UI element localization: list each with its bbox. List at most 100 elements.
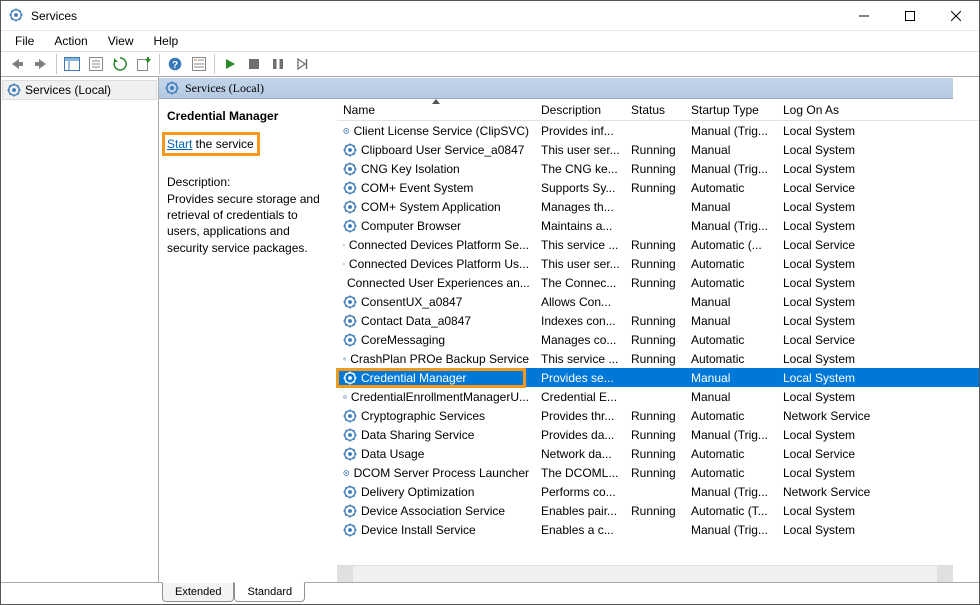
properties-button[interactable] bbox=[85, 53, 107, 75]
forward-arrow-icon bbox=[34, 58, 48, 70]
cell-startup: Automatic bbox=[685, 333, 777, 347]
cell-startup: Manual (Trig... bbox=[685, 219, 777, 233]
service-row[interactable]: Connected User Experiences an... The Conn… bbox=[337, 273, 979, 292]
service-row[interactable]: Delivery OptimizationPerforms co...Manua… bbox=[337, 482, 979, 501]
service-row[interactable]: CredentialEnrollmentManagerU...Credentia… bbox=[337, 387, 979, 406]
cell-logon: Local System bbox=[777, 466, 907, 480]
pause-icon bbox=[273, 59, 283, 69]
column-description[interactable]: Description bbox=[535, 99, 625, 120]
service-row[interactable]: COM+ Event SystemSupports Sy...RunningAu… bbox=[337, 178, 979, 197]
cell-logon: Local System bbox=[777, 390, 907, 404]
start-service-link[interactable]: Start bbox=[167, 137, 192, 151]
gear-icon bbox=[343, 124, 350, 138]
service-row[interactable]: Device Association Service Enables pair..… bbox=[337, 501, 979, 520]
service-rows[interactable]: Client License Service (ClipSVC)Provides… bbox=[337, 121, 979, 565]
service-row[interactable]: ConsentUX_a0847Allows Con...ManualLocal … bbox=[337, 292, 979, 311]
service-row[interactable]: CrashPlan PROe Backup ServiceThis servic… bbox=[337, 349, 979, 368]
service-row[interactable]: Cryptographic ServicesProvides thr...Run… bbox=[337, 406, 979, 425]
service-row[interactable]: Contact Data_a0847Indexes con...RunningM… bbox=[337, 311, 979, 330]
gear-icon bbox=[343, 352, 346, 366]
cell-description: Enables pair... bbox=[535, 504, 625, 518]
cell-name: Connected Devices Platform Se... bbox=[349, 238, 529, 252]
tab-standard[interactable]: Standard bbox=[234, 582, 305, 602]
minimize-icon bbox=[859, 11, 869, 21]
service-row[interactable]: CoreMessagingManages co...RunningAutomat… bbox=[337, 330, 979, 349]
cell-logon: Local System bbox=[777, 219, 907, 233]
close-button[interactable] bbox=[933, 1, 979, 30]
cell-description: The Connec... bbox=[535, 276, 625, 290]
service-list-pane: Name Description Status Startup Type Log… bbox=[337, 99, 979, 582]
gear-icon bbox=[165, 81, 179, 95]
cell-name: CNG Key Isolation bbox=[361, 162, 460, 176]
cell-name: Device Association Service bbox=[361, 504, 505, 518]
tree-services-local[interactable]: Services (Local) bbox=[2, 80, 157, 100]
svg-text:?: ? bbox=[172, 60, 178, 71]
menu-file[interactable]: File bbox=[7, 32, 42, 50]
gear-icon bbox=[343, 371, 357, 385]
cell-name: Client License Service (ClipSVC) bbox=[354, 124, 529, 138]
cell-startup: Manual bbox=[685, 371, 777, 385]
gear-icon bbox=[343, 409, 357, 423]
cell-description: Performs co... bbox=[535, 485, 625, 499]
maximize-icon bbox=[905, 11, 915, 21]
service-restart-button[interactable] bbox=[291, 53, 313, 75]
cell-name: Connected User Experiences an... bbox=[347, 276, 530, 290]
menu-action[interactable]: Action bbox=[46, 32, 95, 50]
service-row[interactable]: Connected Devices Platform Se... This ser… bbox=[337, 235, 979, 254]
gear-icon bbox=[343, 143, 357, 157]
cell-status: Running bbox=[625, 238, 685, 252]
cell-description: Enables a c... bbox=[535, 523, 625, 537]
menu-help[interactable]: Help bbox=[146, 32, 187, 50]
tree-root-label: Services (Local) bbox=[25, 83, 111, 97]
cell-description: Supports Sy... bbox=[535, 181, 625, 195]
cell-startup: Automatic bbox=[685, 466, 777, 480]
maximize-button[interactable] bbox=[887, 1, 933, 30]
cell-name: Clipboard User Service_a0847 bbox=[361, 143, 524, 157]
service-row[interactable]: Clipboard User Service_a0847This user se… bbox=[337, 140, 979, 159]
cell-startup: Manual (Trig... bbox=[685, 485, 777, 499]
cell-name: Connected Devices Platform Us... bbox=[349, 257, 529, 271]
help-button[interactable]: ? bbox=[164, 53, 186, 75]
service-row[interactable]: DCOM Server Process LauncherThe DCOML...… bbox=[337, 463, 979, 482]
column-status[interactable]: Status bbox=[625, 99, 685, 120]
service-pause-button[interactable] bbox=[267, 53, 289, 75]
service-row[interactable]: Computer BrowserMaintains a...Manual (Tr… bbox=[337, 216, 979, 235]
menu-view[interactable]: View bbox=[100, 32, 142, 50]
service-row[interactable]: Connected Devices Platform Us...This use… bbox=[337, 254, 979, 273]
horizontal-scrollbar[interactable] bbox=[337, 565, 953, 582]
cell-description: The CNG ke... bbox=[535, 162, 625, 176]
service-row[interactable]: CNG Key IsolationThe CNG ke...RunningMan… bbox=[337, 159, 979, 178]
column-logon[interactable]: Log On As bbox=[777, 99, 907, 120]
minimize-button[interactable] bbox=[841, 1, 887, 30]
tab-extended[interactable]: Extended bbox=[162, 582, 234, 602]
refresh-button[interactable] bbox=[109, 53, 131, 75]
export-button[interactable] bbox=[133, 53, 155, 75]
cell-startup: Automatic bbox=[685, 409, 777, 423]
service-row[interactable]: COM+ System ApplicationManages th...Manu… bbox=[337, 197, 979, 216]
gear-icon bbox=[343, 219, 357, 233]
service-row[interactable]: Data Sharing ServiceProvides da...Runnin… bbox=[337, 425, 979, 444]
toolbar-properties2-button[interactable] bbox=[188, 53, 210, 75]
nav-back-button[interactable] bbox=[6, 53, 28, 75]
service-row[interactable]: Data UsageNetwork da...RunningAutomaticL… bbox=[337, 444, 979, 463]
service-row[interactable]: Credential ManagerProvides se...ManualLo… bbox=[337, 368, 979, 387]
service-start-button[interactable] bbox=[219, 53, 241, 75]
cell-logon: Network Service bbox=[777, 485, 907, 499]
service-row[interactable]: Client License Service (ClipSVC)Provides… bbox=[337, 121, 979, 140]
gear-icon bbox=[343, 295, 357, 309]
service-stop-button[interactable] bbox=[243, 53, 265, 75]
description-heading: Description: bbox=[167, 175, 329, 189]
column-name[interactable]: Name bbox=[337, 99, 535, 120]
cell-description: Network da... bbox=[535, 447, 625, 461]
column-startup[interactable]: Startup Type bbox=[685, 99, 777, 120]
show-hide-tree-button[interactable] bbox=[61, 53, 83, 75]
selected-service-title: Credential Manager bbox=[167, 109, 329, 123]
list-icon bbox=[192, 57, 206, 71]
cell-startup: Automatic (T... bbox=[685, 504, 777, 518]
nav-forward-button[interactable] bbox=[30, 53, 52, 75]
cell-logon: Local System bbox=[777, 200, 907, 214]
service-row[interactable]: Device Install ServiceEnables a c...Manu… bbox=[337, 520, 979, 539]
cell-description: This service ... bbox=[535, 238, 625, 252]
cell-description: Indexes con... bbox=[535, 314, 625, 328]
cell-logon: Local System bbox=[777, 124, 907, 138]
